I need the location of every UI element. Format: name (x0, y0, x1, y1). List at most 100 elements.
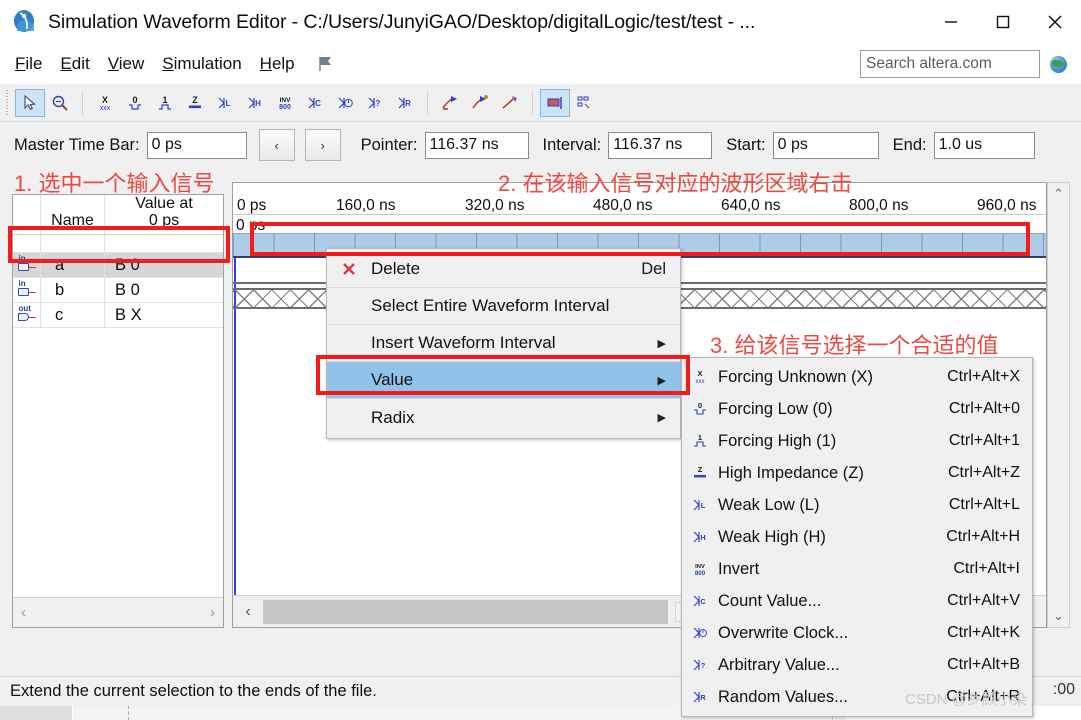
submenu-item-weak-high-h[interactable]: H Weak High (H) Ctrl+Alt+H (682, 521, 1032, 553)
submenu-label-arbitrary-value: Arbitrary Value... (718, 655, 840, 674)
header-value-line1: Value at (135, 195, 193, 212)
annotation-text-step1: 1. 选中一个输入信号 (14, 171, 215, 196)
submenu-item-weak-low-l[interactable]: L Weak Low (L) Ctrl+Alt+L (682, 489, 1032, 521)
search-input[interactable] (860, 50, 1040, 78)
toolbar-forcing-high-1[interactable]: 1 (150, 89, 180, 117)
chevron-right-icon-insert: ▶ (657, 337, 666, 350)
toolbar-snap-to-grid[interactable] (540, 88, 570, 117)
toolbar-selection-tool[interactable] (15, 88, 45, 117)
signal-row-c[interactable]: out c B X (13, 303, 223, 328)
ruler-tick-0: 0 ps (237, 197, 267, 214)
ruler-tick-2: 320,0 ns (465, 197, 525, 214)
prev-transition-button[interactable]: ‹ (258, 129, 295, 161)
toolbar-run-functional-simulation[interactable] (435, 89, 465, 117)
toolbar-generate-testbench[interactable] (495, 89, 525, 117)
waveform-scroll-down[interactable]: ⌄ (1053, 605, 1064, 627)
minimize-button[interactable] (925, 0, 977, 44)
svg-text:?: ? (376, 99, 381, 108)
annotation-box-step3 (316, 355, 690, 395)
submenu-label-overwrite-clock: Overwrite Clock... (718, 623, 849, 642)
ruler-tick-4: 640,0 ns (721, 197, 781, 214)
submenu-accel-forcing-unknown-x: Ctrl+Alt+X (947, 368, 1020, 385)
end-value[interactable]: 1.0 us (933, 131, 1035, 159)
context-menu-item-delete[interactable]: Delete Del (327, 251, 680, 288)
toolbar-high-impedance-z[interactable]: Z (180, 89, 210, 117)
context-menu-label-delete: Delete (371, 259, 421, 278)
toolbar-arbitrary-value-b[interactable]: ? (360, 89, 390, 117)
flag-icon[interactable] (316, 54, 336, 74)
toolbar-random-values-r[interactable]: R (390, 89, 420, 117)
submenu-accel-overwrite-clock: Ctrl+Alt+K (947, 624, 1020, 641)
name-panel-scroll-right[interactable]: › (210, 604, 215, 621)
submenu-item-arbitrary-value[interactable]: ? Arbitrary Value... Ctrl+Alt+B (682, 649, 1032, 681)
submenu-item-forcing-low-0[interactable]: 0 Forcing Low (0) Ctrl+Alt+0 (682, 393, 1032, 425)
submenu-item-forcing-high-1[interactable]: 1 Forcing High (1) Ctrl+Alt+1 (682, 425, 1032, 457)
toolbar-sort-nodes[interactable] (570, 89, 600, 117)
waveform-vscrollbar[interactable]: ⌃ ⌄ (1047, 182, 1070, 628)
toolbar-overwrite-clock-k[interactable] (330, 89, 360, 117)
toolbar-weak-low-l[interactable]: L (210, 89, 240, 117)
app-icon (12, 9, 38, 35)
toolbar-count-value-c[interactable]: C (300, 89, 330, 117)
menu-bar: File Edit View Simulation Help (0, 44, 1081, 84)
submenu-label-count-value: Count Value... (718, 591, 822, 610)
svg-text:Z: Z (698, 465, 703, 474)
maximize-button[interactable] (977, 0, 1029, 44)
submenu-item-count-value[interactable]: C Count Value... Ctrl+Alt+V (682, 585, 1032, 617)
menu-view[interactable]: View (99, 51, 154, 77)
menu-edit[interactable]: Edit (51, 51, 98, 77)
forcing-high-icon: 1 (682, 432, 718, 450)
svg-text:X: X (102, 95, 108, 105)
submenu-item-high-impedance-z[interactable]: Z High Impedance (Z) Ctrl+Alt+Z (682, 457, 1032, 489)
name-panel-scroll-left[interactable]: ‹ (21, 604, 26, 621)
master-time-bar-input[interactable]: 0 ps (146, 131, 247, 159)
submenu-item-overwrite-clock[interactable]: Overwrite Clock... Ctrl+Alt+K (682, 617, 1032, 649)
svg-text:R: R (405, 99, 411, 108)
pointer-value[interactable]: 116.37 ns (424, 131, 529, 159)
svg-text:800: 800 (695, 570, 706, 577)
desktop-peek-divider (128, 706, 129, 720)
svg-text:C: C (315, 99, 321, 108)
name-panel-hscrollbar[interactable]: ‹ › (13, 597, 223, 627)
interval-label: Interval: (542, 135, 602, 154)
menu-help[interactable]: Help (251, 51, 304, 77)
context-menu-item-select-entire-waveform-interval[interactable]: Select Entire Waveform Interval (327, 288, 680, 325)
toolbar-weak-high-h[interactable]: H (240, 89, 270, 117)
context-menu-item-radix[interactable]: Radix ▶ (327, 399, 680, 436)
menu-simulation[interactable]: Simulation (153, 51, 250, 77)
simulation-waveform-editor-window: Simulation Waveform Editor - C:/Users/Ju… (0, 0, 1081, 720)
waveform-scroll-thumb[interactable] (263, 599, 668, 624)
start-value[interactable]: 0 ps (772, 131, 879, 159)
menu-view-rest: iew (118, 54, 145, 73)
arbitrary-value-icon: ? (682, 656, 718, 674)
toolbar-run-timing-simulation[interactable] (465, 89, 495, 117)
overwrite-clock-icon (682, 624, 718, 642)
desktop-peek-left (0, 706, 72, 720)
globe-icon[interactable] (1050, 55, 1067, 73)
svg-text:X: X (697, 369, 702, 378)
context-menu-accel-delete: Del (641, 259, 666, 278)
waveform-context-menu: Delete Del Select Entire Waveform Interv… (326, 248, 681, 439)
submenu-item-invert[interactable]: INV 800 Invert Ctrl+Alt+I (682, 553, 1032, 585)
next-transition-button[interactable]: › (304, 129, 341, 161)
interval-value[interactable]: 116.37 ns (608, 131, 713, 159)
submenu-accel-forcing-high-1: Ctrl+Alt+1 (948, 432, 1020, 449)
waveform-scroll-left[interactable]: ‹ (233, 597, 263, 627)
waveform-scroll-up[interactable]: ⌃ (1053, 183, 1064, 205)
submenu-item-forcing-unknown-x[interactable]: Xxxx Forcing Unknown (X) Ctrl+Alt+X (682, 361, 1032, 393)
svg-text:0: 0 (132, 95, 137, 105)
menu-file[interactable]: File (6, 51, 51, 77)
toolbar-invert[interactable]: INV 800 (270, 89, 300, 117)
toolbar-forcing-unknown-x[interactable]: Xxxx (90, 89, 120, 117)
toolbar-zoom-tool[interactable] (45, 89, 75, 117)
clock-peek: :00 (1052, 681, 1075, 698)
title-bar: Simulation Waveform Editor - C:/Users/Ju… (0, 0, 1081, 44)
signal-value-c: B X (115, 305, 142, 324)
ruler-tick-1: 160,0 ns (336, 197, 396, 214)
signal-row-b[interactable]: in b B 0 (13, 278, 223, 303)
svg-text:H: H (700, 533, 705, 542)
close-button[interactable] (1029, 0, 1081, 44)
toolbar-forcing-low-0[interactable]: 0 (120, 89, 150, 117)
pointer-label: Pointer: (360, 135, 418, 154)
toolbar-grip[interactable] (4, 89, 11, 116)
